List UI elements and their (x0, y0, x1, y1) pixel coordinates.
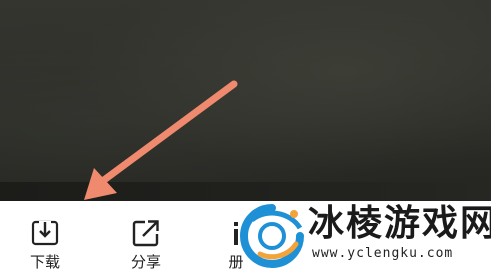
share-label: 分享 (130, 253, 161, 270)
share-icon (132, 220, 159, 247)
share-button[interactable]: 分享 (116, 215, 176, 270)
watermark-logo (240, 204, 304, 268)
screenshot: 下载 分享 册 冰棱游戏网 www.yclengku.com (0, 0, 491, 270)
video-preview (0, 0, 491, 201)
site-watermark: 冰棱游戏网 www.yclengku.com (232, 196, 491, 270)
watermark-url: www.yclengku.com (312, 246, 454, 261)
download-label: 下载 (29, 253, 60, 270)
download-icon (31, 220, 59, 246)
download-button[interactable]: 下载 (15, 215, 75, 270)
watermark-title: 冰棱游戏网 (308, 203, 491, 244)
